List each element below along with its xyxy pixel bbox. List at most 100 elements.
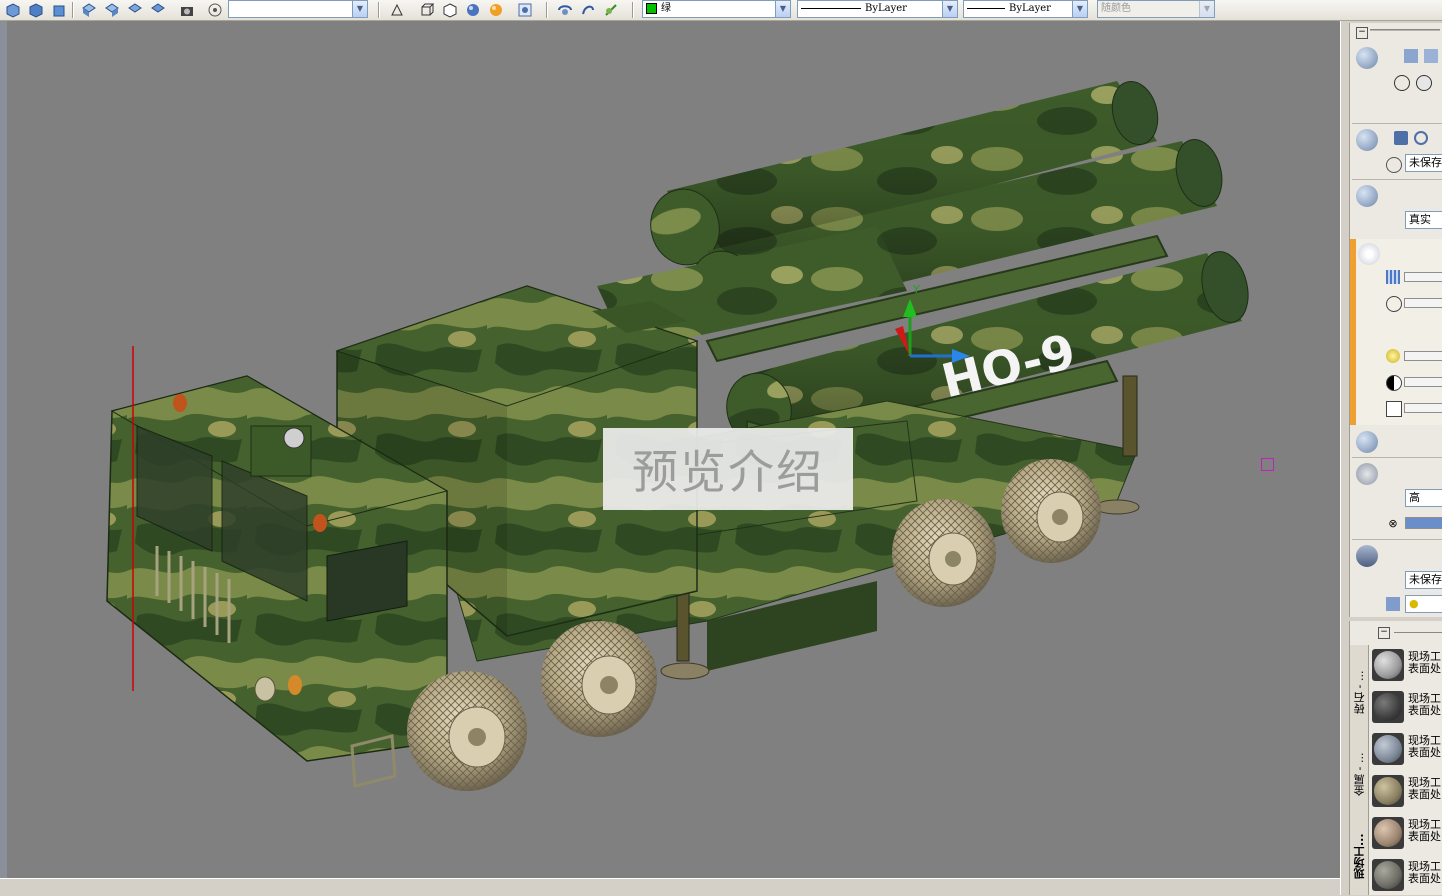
camera-icon[interactable] (178, 1, 196, 19)
plot-style-value: 随颜色 (1101, 3, 1131, 14)
tab-sitework[interactable]: 现场工... (1352, 817, 1366, 895)
wheel (1001, 459, 1101, 563)
render-teapot-icon[interactable] (1356, 463, 1378, 485)
light-icon[interactable] (1358, 243, 1380, 265)
visual-style-conceptual-icon[interactable] (487, 1, 505, 19)
clock-icon (1386, 296, 1402, 312)
layer-stack-icon (1386, 597, 1400, 611)
visual-style-manager-icon[interactable] (516, 1, 534, 19)
3d-make-icon[interactable] (1356, 47, 1378, 69)
visual-style-3d-wire-icon[interactable] (418, 1, 436, 19)
tab-masonry[interactable]: 砖石 - ... (1352, 653, 1366, 731)
layer-control[interactable]: ● (1405, 595, 1442, 613)
exposure-slider[interactable] (1404, 272, 1442, 282)
drawing-viewport[interactable]: HQ-9 Y 预览介绍 (0, 21, 1340, 878)
wheel (892, 499, 996, 607)
ucs-y-label: Y (912, 283, 920, 296)
swatch-sphere (1374, 651, 1402, 679)
layers-icon[interactable] (1356, 545, 1378, 567)
zoom-icon[interactable] (1414, 131, 1428, 145)
palette-tabs: 砖石 - ... 金属 - ... 现场工... (1350, 645, 1369, 895)
layer-state-field[interactable]: 未保存 (1405, 571, 1442, 589)
time-slider[interactable] (1404, 298, 1442, 308)
tool-palette-materials: − 砖石 - ... 金属 - ... 现场工... 现场工 表面处 现场工 表面处… (1349, 621, 1442, 895)
dashboard-palette: − 未保存 真实 高 ⊗ 未保存 ● (1349, 23, 1442, 617)
lights-panel (1356, 239, 1442, 425)
chevron-down-icon: ▼ (352, 1, 367, 17)
close-icon[interactable]: ⊗ (1386, 517, 1400, 531)
named-view-field[interactable]: 未保存 (1405, 154, 1442, 172)
lineweight-sample (967, 7, 1005, 9)
named-view-icon (1386, 157, 1402, 173)
brightness-slider[interactable] (1404, 351, 1442, 361)
material-item[interactable]: 现场工 表面处 (1372, 729, 1442, 769)
visual-styles-icon[interactable] (1356, 185, 1378, 207)
chevron-down-icon: ▼ (1072, 1, 1087, 17)
wheel (407, 671, 527, 791)
chevron-down-icon: ▼ (942, 1, 957, 17)
view-ne-iso-icon[interactable] (126, 1, 144, 19)
material-swatch (1372, 817, 1404, 849)
render-quality-field[interactable]: 高 (1405, 489, 1442, 507)
orbit-icon[interactable] (556, 1, 574, 19)
chevron-down-icon: ▼ (1199, 1, 1214, 17)
navigate-icon[interactable] (206, 1, 224, 19)
material-swatch (1372, 733, 1404, 765)
bulb-icon: ● (1409, 597, 1419, 610)
material-item[interactable]: 现场工 表面处 (1372, 855, 1442, 895)
swatch-sphere (1374, 861, 1402, 889)
material-item[interactable]: 现场工 表面处 (1372, 645, 1442, 685)
layer-color-combo[interactable]: 绿 ▼ (642, 0, 791, 18)
pan-icon[interactable] (1394, 131, 1408, 145)
box-icon[interactable] (1404, 49, 1418, 63)
view-sw-iso-icon[interactable] (80, 1, 98, 19)
material-label: 现场工 表面处 (1408, 734, 1441, 759)
free-orbit-icon[interactable] (579, 1, 597, 19)
globe-icon[interactable] (1416, 75, 1432, 91)
linetype-value: ByLayer (865, 3, 907, 14)
material-swatch (1372, 649, 1404, 681)
3d-navigate-icon[interactable] (1356, 129, 1378, 151)
material-label: 现场工 表面处 (1408, 650, 1441, 675)
material-item[interactable]: 现场工 表面处 (1372, 771, 1442, 811)
continuous-orbit-icon[interactable] (602, 1, 620, 19)
view-nw-iso-icon[interactable] (149, 1, 167, 19)
swatch-sphere (1374, 777, 1402, 805)
tab-metal[interactable]: 金属 - ... (1352, 735, 1366, 813)
contrast-icon (1386, 375, 1402, 391)
swatch-sphere (1374, 819, 1402, 847)
visual-style-hidden-icon[interactable] (441, 1, 459, 19)
view-se-iso-icon[interactable] (103, 1, 121, 19)
viewport-scrollbar[interactable] (1340, 21, 1349, 895)
material-swatch (1372, 859, 1404, 891)
materials-icon[interactable] (1356, 431, 1378, 453)
pickbox-marker (1261, 458, 1274, 471)
plot-style-combo[interactable]: 随颜色 ▼ (1097, 0, 1215, 18)
palette-grip (1394, 632, 1442, 633)
material-label: 现场工 表面处 (1408, 776, 1441, 801)
material-swatch (1372, 775, 1404, 807)
visual-style-2d-icon[interactable] (388, 1, 406, 19)
contrast-slider[interactable] (1404, 377, 1442, 387)
orbit-small-icon[interactable] (1394, 75, 1410, 91)
bulb-icon (1386, 349, 1400, 363)
material-item[interactable]: 现场工 表面处 (1372, 813, 1442, 853)
view-left-icon[interactable] (50, 1, 68, 19)
view-bottom-icon[interactable] (27, 1, 45, 19)
linetype-combo[interactable]: ByLayer ▼ (797, 0, 958, 18)
view-combo[interactable]: ▼ (228, 0, 368, 18)
visual-style-field[interactable]: 真实 (1405, 211, 1442, 229)
collapse-icon[interactable]: − (1356, 27, 1368, 39)
collapse-icon[interactable]: − (1378, 627, 1390, 639)
midtone-icon (1386, 401, 1402, 417)
view-top-icon[interactable] (4, 1, 22, 19)
visual-style-realistic-icon[interactable] (464, 1, 482, 19)
chevron-down-icon: ▼ (775, 1, 790, 17)
lineweight-combo[interactable]: ByLayer ▼ (963, 0, 1088, 18)
wedge-icon[interactable] (1424, 49, 1438, 63)
material-item[interactable]: 现场工 表面处 (1372, 687, 1442, 727)
material-label: 现场工 表面处 (1408, 860, 1441, 885)
midtone-slider[interactable] (1404, 403, 1442, 413)
layer-color-value: 绿 (661, 3, 671, 14)
status-bar (0, 878, 1340, 896)
